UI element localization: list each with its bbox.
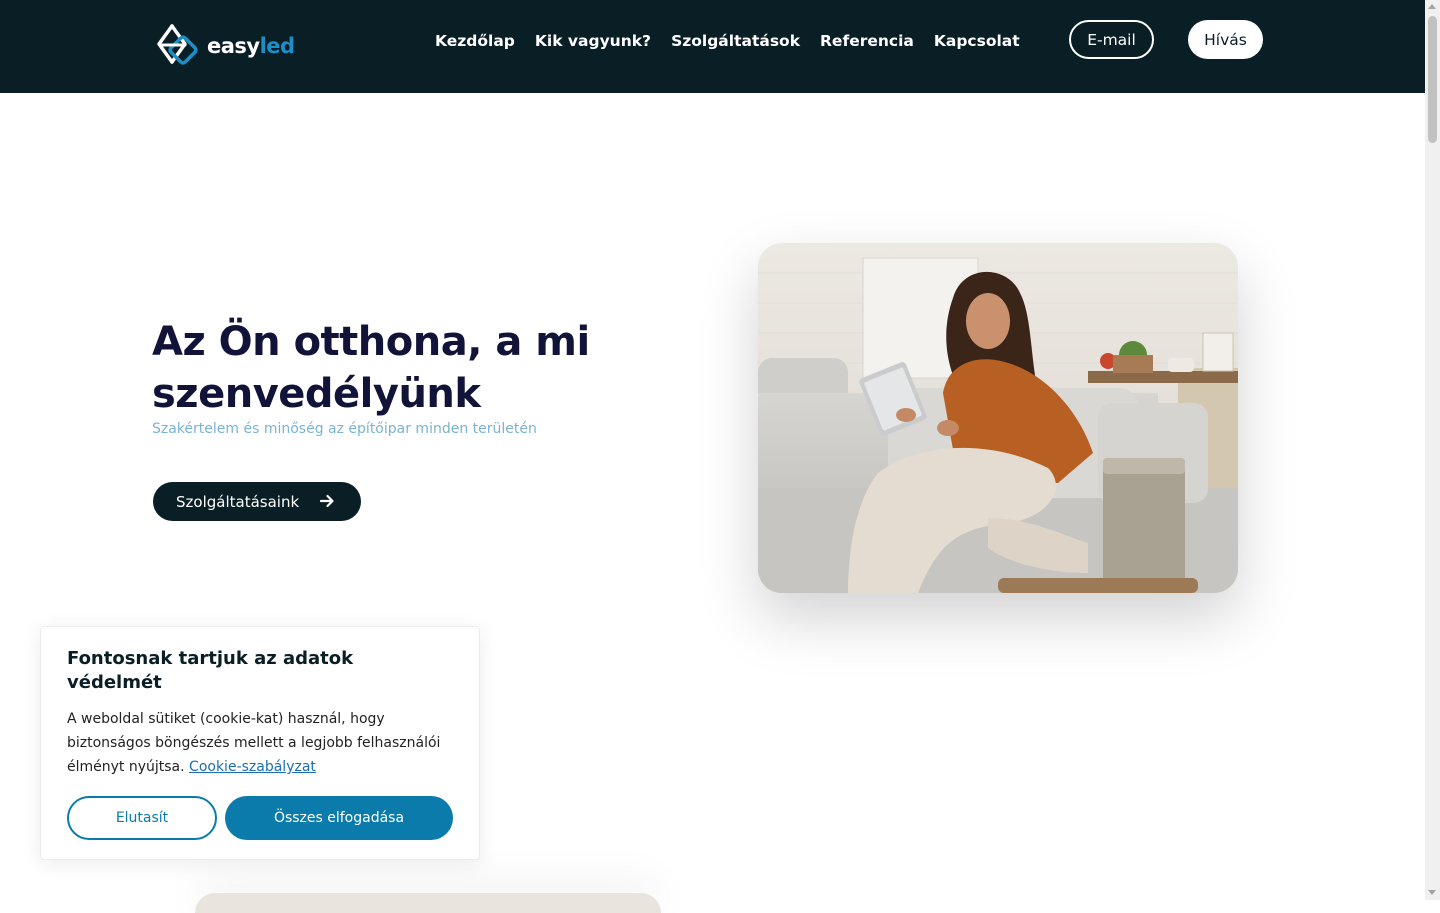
nav-item-about[interactable]: Kik vagyunk? (535, 32, 651, 50)
nav-item-references[interactable]: Referencia (820, 32, 914, 50)
woman-on-sofa-photo (758, 243, 1238, 593)
cookie-policy-link[interactable]: Cookie-szabályzat (189, 759, 316, 775)
services-cta-button[interactable]: Szolgáltatásaink (153, 482, 361, 521)
scrollbar-thumb[interactable] (1428, 16, 1437, 143)
cookie-title: Fontosnak tartjuk az adatok védelmét (67, 648, 354, 693)
scrollbar[interactable] (1425, 0, 1440, 900)
arrow-right-icon (319, 494, 334, 508)
scroll-down-arrow-icon[interactable] (1428, 890, 1436, 895)
services-cta-label: Szolgáltatásaink (176, 492, 300, 511)
cookie-text: A weboldal sütiket (cookie-kat) használ,… (67, 707, 457, 779)
nav-item-home[interactable]: Kezdőlap (435, 32, 515, 50)
scroll-up-arrow-icon[interactable] (1428, 4, 1436, 9)
hero-image (758, 243, 1238, 593)
logo-text-led: led (259, 34, 295, 58)
hero-subtitle: Szakértelem és minőség az építőipar mind… (152, 421, 537, 437)
hero-title: Az Ön otthona, a mi szenvedélyünk (152, 319, 590, 417)
nav-item-contact[interactable]: Kapcsolat (934, 32, 1020, 50)
call-button[interactable]: Hívás (1188, 20, 1263, 59)
nav-item-services[interactable]: Szolgáltatások (671, 32, 800, 50)
logo-mark-icon (157, 24, 198, 65)
lower-section-card (195, 893, 661, 913)
main-nav: Kezdőlap Kik vagyunk? Szolgáltatások Ref… (435, 32, 1040, 50)
cookie-consent-dialog: Fontosnak tartjuk az adatok védelmét A w… (40, 626, 480, 860)
accept-all-cookies-button[interactable]: Összes elfogadása (225, 796, 453, 840)
reject-cookies-button[interactable]: Elutasít (67, 796, 217, 840)
email-button[interactable]: E-mail (1069, 20, 1154, 59)
logo[interactable]: easyled (155, 22, 295, 70)
logo-text: easyled (207, 34, 295, 58)
site-header: easyled Kezdőlap Kik vagyunk? Szolgáltat… (0, 0, 1425, 93)
logo-text-easy: easy (207, 34, 260, 58)
